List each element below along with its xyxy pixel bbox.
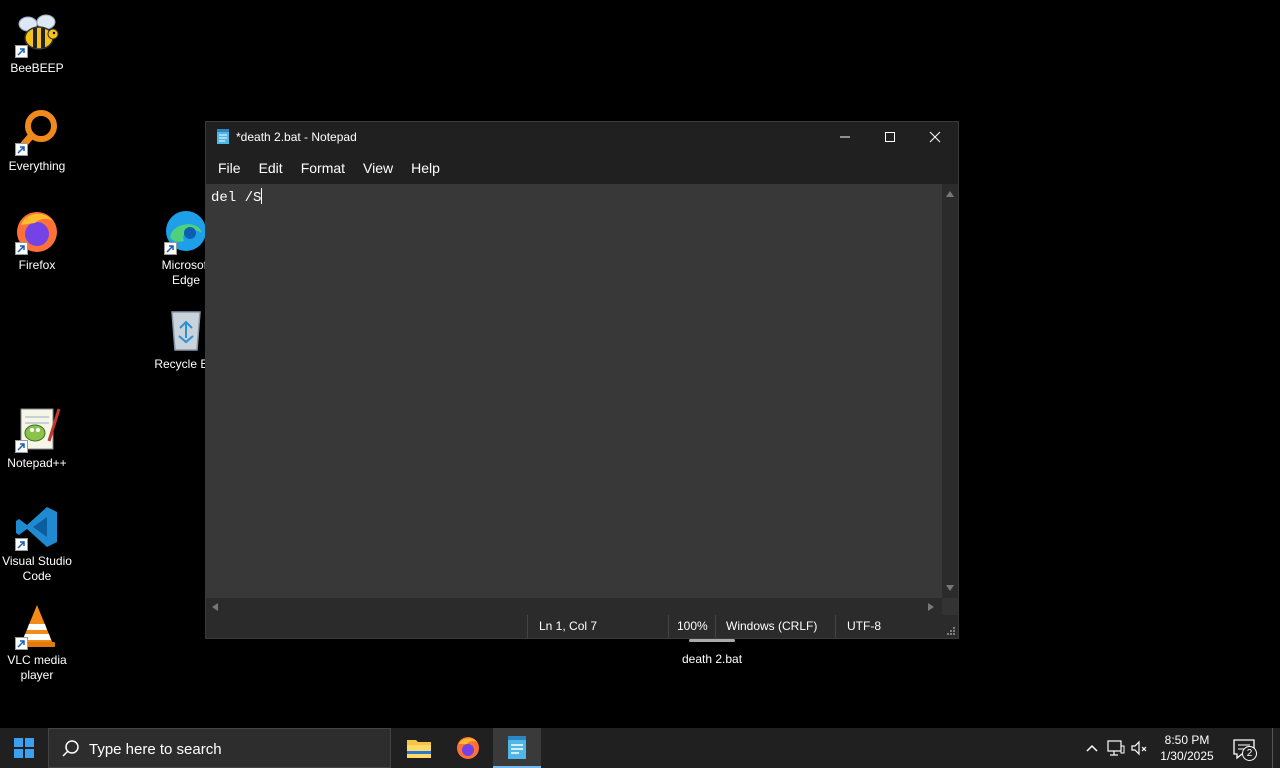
resize-grip-icon[interactable] [946, 626, 956, 636]
notification-count-badge: 2 [1242, 746, 1257, 761]
maximize-icon [885, 132, 895, 142]
minimize-icon [840, 136, 850, 138]
close-icon [929, 131, 941, 143]
text-editor[interactable]: del /S [206, 184, 942, 598]
taskbar-file-explorer[interactable] [395, 728, 443, 768]
desktop-icon-label: Visual Studio Code [2, 554, 72, 583]
status-encoding: UTF-8 [835, 615, 945, 638]
desktop-icon-vscode[interactable]: Visual Studio Code [0, 503, 74, 584]
desktop-icon-label: Everything [8, 159, 66, 173]
horizontal-scrollbar[interactable] [206, 598, 942, 615]
recycle-bin-icon [162, 306, 210, 354]
menu-view[interactable]: View [355, 156, 401, 180]
desktop-icon-label: Firefox [18, 258, 56, 272]
taskbar-clock[interactable]: 8:50 PM 1/30/2025 [1150, 732, 1224, 764]
tray-overflow-chevron-icon[interactable] [1082, 738, 1102, 758]
close-button[interactable] [912, 122, 958, 152]
desktop-icon-firefox[interactable]: Firefox [0, 207, 74, 273]
search-icon [62, 740, 79, 757]
notepad-icon [508, 736, 526, 759]
edge-icon [162, 207, 210, 255]
scroll-left-icon[interactable] [212, 603, 218, 611]
notepad-window[interactable]: *death 2.bat - Notepad File Edit Format … [205, 121, 959, 639]
everything-search-icon [13, 108, 61, 156]
taskbar-notepad[interactable] [493, 728, 541, 768]
status-bar: Ln 1, Col 7 100% Windows (CRLF) UTF-8 [206, 615, 958, 638]
search-placeholder: Type here to search [89, 741, 222, 758]
firefox-icon [457, 737, 479, 759]
vscode-icon [13, 503, 61, 551]
scroll-right-icon[interactable] [928, 603, 934, 611]
notepad-icon [217, 129, 229, 144]
desktop-icon-beebeep[interactable]: BeeBEEP [0, 10, 74, 76]
status-line-ending: Windows (CRLF) [715, 615, 835, 638]
notepad-plus-plus-icon [13, 405, 61, 453]
vertical-scrollbar[interactable] [942, 184, 958, 598]
taskbar-firefox[interactable] [444, 728, 492, 768]
status-zoom: 100% [668, 615, 715, 638]
editor-content: del /S [211, 190, 262, 206]
menu-format[interactable]: Format [293, 156, 353, 180]
start-button[interactable] [0, 728, 48, 768]
scroll-up-icon[interactable] [946, 191, 954, 197]
bee-icon [13, 10, 61, 58]
show-desktop-button[interactable] [1272, 728, 1273, 768]
minimize-button[interactable] [822, 122, 868, 152]
clock-date: 1/30/2025 [1160, 749, 1214, 763]
text-caret [261, 188, 263, 204]
scroll-down-icon[interactable] [946, 585, 954, 591]
menu-help[interactable]: Help [403, 156, 448, 180]
desktop-icon-label: VLC media player [7, 653, 67, 682]
menu-file[interactable]: File [210, 156, 249, 180]
folder-icon [407, 740, 431, 758]
desktop-file-label[interactable]: death 2.bat [640, 652, 784, 666]
desktop-icon-vlc[interactable]: VLC media player [0, 602, 74, 683]
title-bar[interactable]: *death 2.bat - Notepad [206, 122, 958, 152]
desktop-icon-notepad-plus-plus[interactable]: Notepad++ [0, 405, 74, 471]
scroll-corner [942, 598, 958, 615]
desktop-icon-label: BeeBEEP [10, 61, 64, 75]
clock-time: 8:50 PM [1164, 733, 1210, 747]
taskbar: Type here to search 8:50 PM 1/30/2025 2 [0, 728, 1280, 768]
menu-edit[interactable]: Edit [251, 156, 291, 180]
desktop-icon-label: Notepad++ [7, 456, 67, 470]
network-icon[interactable] [1106, 738, 1126, 758]
volume-muted-icon[interactable] [1130, 738, 1150, 758]
windows-logo-icon [14, 738, 34, 758]
window-title: *death 2.bat - Notepad [236, 130, 357, 144]
taskbar-search-box[interactable]: Type here to search [48, 728, 391, 768]
maximize-button[interactable] [867, 122, 913, 152]
firefox-icon [13, 207, 61, 255]
status-position: Ln 1, Col 7 [527, 615, 668, 638]
vlc-icon [13, 602, 61, 650]
desktop-file-icon-edge [689, 639, 735, 642]
menu-bar: File Edit Format View Help [206, 152, 958, 184]
desktop-icon-everything[interactable]: Everything [0, 108, 74, 174]
